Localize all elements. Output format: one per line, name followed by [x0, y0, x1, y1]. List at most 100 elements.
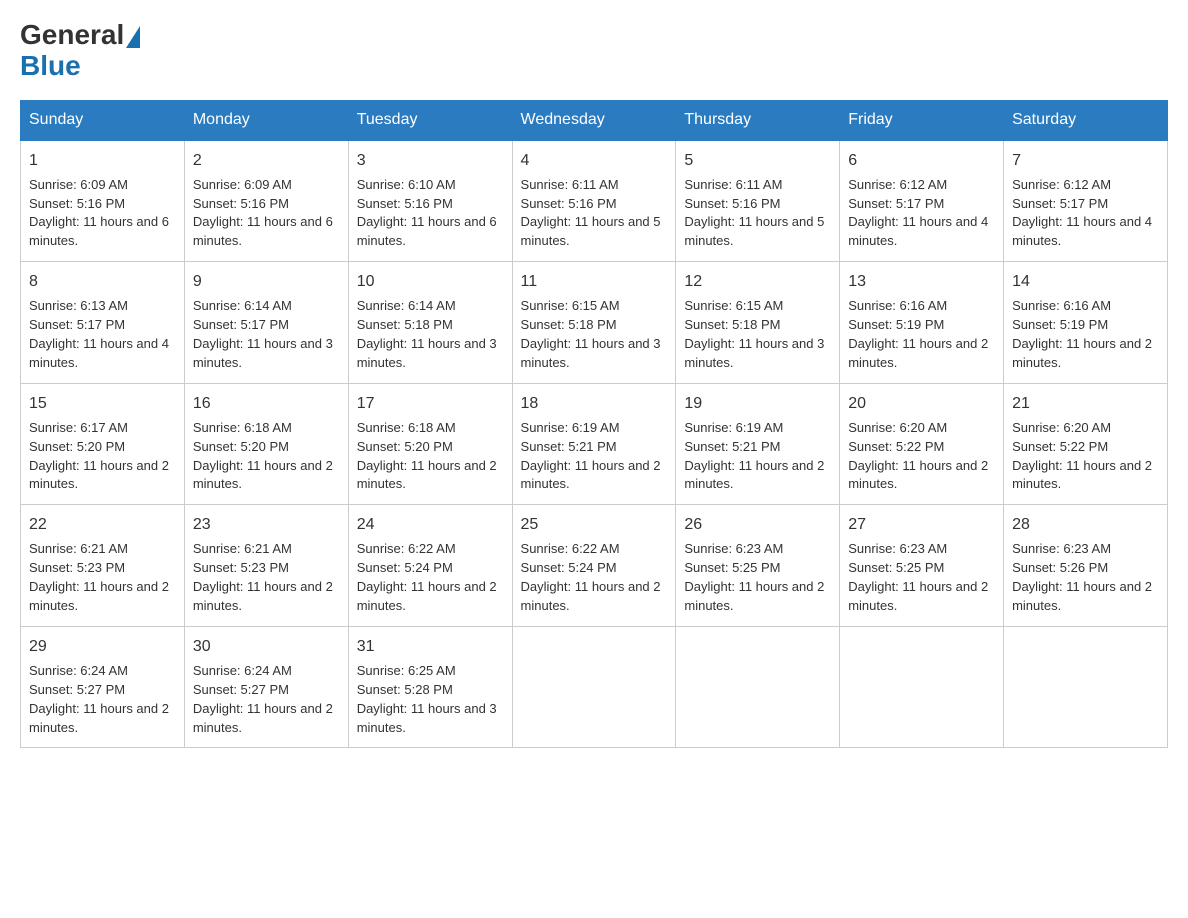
day-number: 15 [29, 392, 176, 415]
day-number: 20 [848, 392, 995, 415]
day-number: 2 [193, 149, 340, 172]
day-info: Sunrise: 6:16 AMSunset: 5:19 PMDaylight:… [848, 298, 988, 370]
calendar-cell: 27 Sunrise: 6:23 AMSunset: 5:25 PMDayligh… [840, 505, 1004, 627]
calendar-cell [512, 626, 676, 748]
logo-blue-text: Blue [20, 50, 81, 81]
weekday-header-wednesday: Wednesday [512, 100, 676, 140]
calendar-cell: 26 Sunrise: 6:23 AMSunset: 5:25 PMDayligh… [676, 505, 840, 627]
day-info: Sunrise: 6:14 AMSunset: 5:18 PMDaylight:… [357, 298, 497, 370]
day-info: Sunrise: 6:11 AMSunset: 5:16 PMDaylight:… [521, 177, 661, 249]
calendar-cell: 16 Sunrise: 6:18 AMSunset: 5:20 PMDayligh… [184, 383, 348, 505]
day-info: Sunrise: 6:13 AMSunset: 5:17 PMDaylight:… [29, 298, 169, 370]
calendar-cell: 17Sunrise: 6:18 AMSunset: 5:20 PMDayligh… [348, 383, 512, 505]
day-info: Sunrise: 6:10 AMSunset: 5:16 PMDaylight:… [357, 177, 497, 249]
week-row-2: 8Sunrise: 6:13 AMSunset: 5:17 PMDaylight… [21, 262, 1168, 384]
calendar-table: SundayMondayTuesdayWednesdayThursdayFrid… [20, 100, 1168, 749]
day-number: 21 [1012, 392, 1159, 415]
day-number: 30 [193, 635, 340, 658]
calendar-cell: 7Sunrise: 6:12 AMSunset: 5:17 PMDaylight… [1004, 140, 1168, 262]
calendar-cell: 8Sunrise: 6:13 AMSunset: 5:17 PMDaylight… [21, 262, 185, 384]
day-number: 14 [1012, 270, 1159, 293]
day-info: Sunrise: 6:23 AMSunset: 5:25 PMDaylight:… [848, 541, 988, 613]
calendar-cell: 23Sunrise: 6:21 AMSunset: 5:23 PMDayligh… [184, 505, 348, 627]
day-number: 3 [357, 149, 504, 172]
day-number: 23 [193, 513, 340, 536]
calendar-cell: 22 Sunrise: 6:21 AMSunset: 5:23 PMDayligh… [21, 505, 185, 627]
week-row-4: 22 Sunrise: 6:21 AMSunset: 5:23 PMDayligh… [21, 505, 1168, 627]
calendar-cell: 12Sunrise: 6:15 AMSunset: 5:18 PMDayligh… [676, 262, 840, 384]
weekday-header-thursday: Thursday [676, 100, 840, 140]
day-info: Sunrise: 6:24 AMSunset: 5:27 PMDaylight:… [29, 663, 169, 735]
day-info: Sunrise: 6:15 AMSunset: 5:18 PMDaylight:… [521, 298, 661, 370]
day-number: 24 [357, 513, 504, 536]
day-number: 27 [848, 513, 995, 536]
day-number: 1 [29, 149, 176, 172]
calendar-cell: 14 Sunrise: 6:16 AMSunset: 5:19 PMDayligh… [1004, 262, 1168, 384]
calendar-cell: 25 Sunrise: 6:22 AMSunset: 5:24 PMDayligh… [512, 505, 676, 627]
day-info: Sunrise: 6:19 AMSunset: 5:21 PMDaylight:… [521, 420, 661, 492]
logo: General Blue [20, 20, 140, 82]
weekday-header-friday: Friday [840, 100, 1004, 140]
weekday-header-row: SundayMondayTuesdayWednesdayThursdayFrid… [21, 100, 1168, 140]
calendar-cell: 29 Sunrise: 6:24 AMSunset: 5:27 PMDayligh… [21, 626, 185, 748]
calendar-cell: 4 Sunrise: 6:11 AMSunset: 5:16 PMDaylight… [512, 140, 676, 262]
day-number: 10 [357, 270, 504, 293]
day-number: 5 [684, 149, 831, 172]
day-number: 9 [193, 270, 340, 293]
day-info: Sunrise: 6:18 AMSunset: 5:20 PMDaylight:… [357, 420, 497, 492]
calendar-cell: 15Sunrise: 6:17 AMSunset: 5:20 PMDayligh… [21, 383, 185, 505]
weekday-header-tuesday: Tuesday [348, 100, 512, 140]
calendar-cell: 18 Sunrise: 6:19 AMSunset: 5:21 PMDayligh… [512, 383, 676, 505]
calendar-cell: 20 Sunrise: 6:20 AMSunset: 5:22 PMDayligh… [840, 383, 1004, 505]
day-info: Sunrise: 6:09 AMSunset: 5:16 PMDaylight:… [193, 177, 333, 249]
day-number: 22 [29, 513, 176, 536]
day-info: Sunrise: 6:09 AMSunset: 5:16 PMDaylight:… [29, 177, 169, 249]
day-info: Sunrise: 6:18 AMSunset: 5:20 PMDaylight:… [193, 420, 333, 492]
day-info: Sunrise: 6:16 AMSunset: 5:19 PMDaylight:… [1012, 298, 1152, 370]
day-number: 25 [521, 513, 668, 536]
calendar-cell: 19 Sunrise: 6:19 AMSunset: 5:21 PMDayligh… [676, 383, 840, 505]
calendar-cell: 30 Sunrise: 6:24 AMSunset: 5:27 PMDayligh… [184, 626, 348, 748]
day-number: 13 [848, 270, 995, 293]
calendar-cell: 31 Sunrise: 6:25 AMSunset: 5:28 PMDayligh… [348, 626, 512, 748]
day-number: 19 [684, 392, 831, 415]
calendar-cell [676, 626, 840, 748]
day-info: Sunrise: 6:15 AMSunset: 5:18 PMDaylight:… [684, 298, 824, 370]
day-info: Sunrise: 6:24 AMSunset: 5:27 PMDaylight:… [193, 663, 333, 735]
weekday-header-saturday: Saturday [1004, 100, 1168, 140]
day-info: Sunrise: 6:23 AMSunset: 5:25 PMDaylight:… [684, 541, 824, 613]
day-number: 26 [684, 513, 831, 536]
week-row-1: 1 Sunrise: 6:09 AMSunset: 5:16 PMDaylight… [21, 140, 1168, 262]
weekday-header-sunday: Sunday [21, 100, 185, 140]
calendar-cell: 9 Sunrise: 6:14 AMSunset: 5:17 PMDaylight… [184, 262, 348, 384]
day-number: 6 [848, 149, 995, 172]
day-info: Sunrise: 6:11 AMSunset: 5:16 PMDaylight:… [684, 177, 824, 249]
day-number: 16 [193, 392, 340, 415]
day-info: Sunrise: 6:23 AMSunset: 5:26 PMDaylight:… [1012, 541, 1152, 613]
day-info: Sunrise: 6:19 AMSunset: 5:21 PMDaylight:… [684, 420, 824, 492]
calendar-cell: 2 Sunrise: 6:09 AMSunset: 5:16 PMDaylight… [184, 140, 348, 262]
day-number: 18 [521, 392, 668, 415]
logo-triangle-icon [126, 26, 140, 48]
day-info: Sunrise: 6:25 AMSunset: 5:28 PMDaylight:… [357, 663, 497, 735]
day-info: Sunrise: 6:20 AMSunset: 5:22 PMDaylight:… [848, 420, 988, 492]
calendar-cell: 5 Sunrise: 6:11 AMSunset: 5:16 PMDaylight… [676, 140, 840, 262]
day-info: Sunrise: 6:12 AMSunset: 5:17 PMDaylight:… [848, 177, 988, 249]
day-number: 31 [357, 635, 504, 658]
week-row-5: 29 Sunrise: 6:24 AMSunset: 5:27 PMDayligh… [21, 626, 1168, 748]
page-header: General Blue [20, 20, 1168, 82]
day-info: Sunrise: 6:21 AMSunset: 5:23 PMDaylight:… [29, 541, 169, 613]
calendar-cell: 1 Sunrise: 6:09 AMSunset: 5:16 PMDaylight… [21, 140, 185, 262]
day-info: Sunrise: 6:22 AMSunset: 5:24 PMDaylight:… [521, 541, 661, 613]
calendar-cell: 24 Sunrise: 6:22 AMSunset: 5:24 PMDayligh… [348, 505, 512, 627]
calendar-cell: 21Sunrise: 6:20 AMSunset: 5:22 PMDayligh… [1004, 383, 1168, 505]
day-info: Sunrise: 6:14 AMSunset: 5:17 PMDaylight:… [193, 298, 333, 370]
day-number: 4 [521, 149, 668, 172]
day-number: 29 [29, 635, 176, 658]
day-info: Sunrise: 6:12 AMSunset: 5:17 PMDaylight:… [1012, 177, 1152, 249]
day-info: Sunrise: 6:22 AMSunset: 5:24 PMDaylight:… [357, 541, 497, 613]
calendar-cell: 13 Sunrise: 6:16 AMSunset: 5:19 PMDayligh… [840, 262, 1004, 384]
calendar-cell [1004, 626, 1168, 748]
weekday-header-monday: Monday [184, 100, 348, 140]
day-number: 11 [521, 270, 668, 293]
